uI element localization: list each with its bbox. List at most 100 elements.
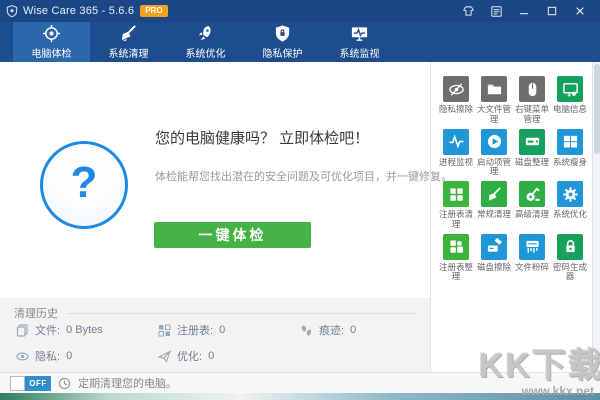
registry-defrag-icon [443,233,469,260]
health-question-circle: ? [40,141,128,229]
tool-label: 注册表整理 [438,261,473,282]
clock-icon [58,377,71,389]
disk-defrag-icon [519,128,545,155]
stat-value: 0 [350,324,357,336]
footprints-icon [301,324,312,336]
pc-info-icon [557,76,583,102]
rocket-icon [196,24,215,43]
close-icon[interactable] [566,0,594,22]
menu-icon[interactable] [482,0,510,22]
paper-plane-icon [158,349,171,363]
common-cleaner-icon [481,181,507,208]
stat-label: 痕迹: [319,325,345,337]
desktop-background-strip [0,393,600,400]
tool-registry-defrag[interactable]: 注册表整理 [437,233,475,283]
tool-label: 高级清理 [514,209,549,220]
maximize-icon[interactable] [538,0,566,22]
tab-system-tuneup[interactable]: 系统优化 [167,22,244,62]
monitor-pulse-icon [350,24,369,43]
big-file-manager-icon [481,76,507,102]
tool-label: 磁盘整理 [514,156,549,167]
system-tuneup-icon [557,181,583,208]
footer-bar: OFF 定期清理您的电脑。 [0,372,600,393]
stat-optimization: 优化: 0 [158,348,214,364]
tab-system-monitor[interactable]: 系统监视 [321,22,398,62]
disk-eraser-icon [481,233,507,260]
tab-label: 系统清理 [108,49,149,60]
tab-system-cleaner[interactable]: 系统清理 [90,22,167,62]
password-generator-icon [557,233,583,260]
tool-disk-eraser[interactable]: 磁盘擦除 [475,233,513,283]
eye-icon [16,351,29,361]
stat-value: 0 [66,350,73,362]
tab-label: 系统监视 [339,49,380,60]
nav-bar: 电脑体检 系统清理 系统优化 隐私保护 系统监视 [0,22,600,62]
one-click-checkup-button[interactable]: 一键体检 [154,222,311,248]
tool-advanced-cleaner[interactable]: 高级清理 [513,181,551,230]
tab-privacy-protector[interactable]: 隐私保护 [244,22,321,62]
minimize-icon[interactable] [510,0,538,22]
app-shield-icon [6,5,18,17]
tab-label: 电脑体检 [31,49,72,60]
tool-big-file-manager[interactable]: 大文件管理 [475,76,513,125]
sidebar-scrollbar[interactable] [592,62,600,393]
stat-label: 文件: [35,325,61,337]
toggle-knob [10,375,25,391]
stat-label: 注册表: [177,325,214,337]
tool-label: 隐私擦除 [438,104,473,114]
tool-label: 启动项管理 [476,156,511,177]
tool-label: 密码生成器 [552,261,587,282]
tool-label: 电脑信息 [552,104,587,114]
tab-pc-checkup[interactable]: 电脑体检 [13,22,90,62]
tool-label: 文件粉碎 [514,261,549,272]
theme-skin-icon[interactable] [454,0,482,22]
wise-care-window: Wise Care 365 - 5.6.6 PRO 电脑体检 系统清理 系统优化… [0,0,600,400]
stat-value: 0 Bytes [66,324,103,336]
tool-label: 常规清理 [476,209,511,220]
tool-system-slimming[interactable]: 系统瘦身 [551,128,589,178]
files-icon [16,323,28,337]
tab-label: 隐私保护 [262,49,303,60]
tool-label: 进程监视 [438,156,473,167]
stat-traces: 痕迹: 0 [300,322,356,338]
registry-grid-icon [158,324,171,336]
context-menu-icon [519,76,545,102]
stat-value: 0 [208,350,215,362]
shield-lock-icon [273,24,292,43]
checkup-heading: 您的电脑健康吗？ 立即体检吧！ [155,130,370,147]
checkup-description: 体检能帮您找出潜在的安全问题及可优化项目，并一键修复。 [155,171,452,183]
toggle-state-label: OFF [25,375,51,391]
tool-file-shredder[interactable]: 文件粉碎 [513,233,551,283]
tool-common-cleaner[interactable]: 常规清理 [475,181,513,230]
stat-value: 0 [219,324,226,336]
history-divider [68,312,416,314]
titlebar: Wise Care 365 - 5.6.6 PRO [0,0,600,22]
scrollbar-thumb[interactable] [594,64,600,154]
stat-registry: 注册表: 0 [158,322,225,338]
pro-badge: PRO [140,5,168,17]
cleaning-history-panel: 清理历史 文件: 0 Bytes 注册表: 0 痕迹: 0 隐私: 0 优化: … [0,298,430,372]
window-title: Wise Care 365 - 5.6.6 [23,5,135,17]
tool-label: 系统瘦身 [552,156,587,167]
tool-system-tuneup[interactable]: 系统优化 [551,181,589,230]
history-title: 清理历史 [14,308,58,320]
windows-icon [557,128,583,155]
tool-privacy-eraser[interactable]: 隐私擦除 [437,76,475,125]
tool-disk-defrag[interactable]: 磁盘整理 [513,128,551,178]
stat-label: 优化: [177,351,203,363]
tool-context-menu-manager[interactable]: 右键菜单管理 [513,76,551,125]
tools-grid: 隐私擦除 大文件管理 右键菜单管理 电脑信息 进程监视 启动项管理 磁盘整理 系… [437,76,591,282]
file-shredder-icon [519,233,545,260]
schedule-toggle[interactable]: OFF [10,375,51,391]
tool-password-generator[interactable]: 密码生成器 [551,233,589,283]
schedule-text: 定期清理您的电脑。 [78,378,177,390]
tool-startup-manager[interactable]: 启动项管理 [475,128,513,178]
tool-process-monitor[interactable]: 进程监视 [437,128,475,178]
tool-label: 系统优化 [552,209,587,220]
broom-icon [119,24,138,43]
target-icon [42,24,61,43]
privacy-eraser-icon [443,76,469,102]
tool-registry-cleaner[interactable]: 注册表清理 [437,181,475,230]
tool-pc-information[interactable]: 电脑信息 [551,76,589,125]
tab-label: 系统优化 [185,49,226,60]
